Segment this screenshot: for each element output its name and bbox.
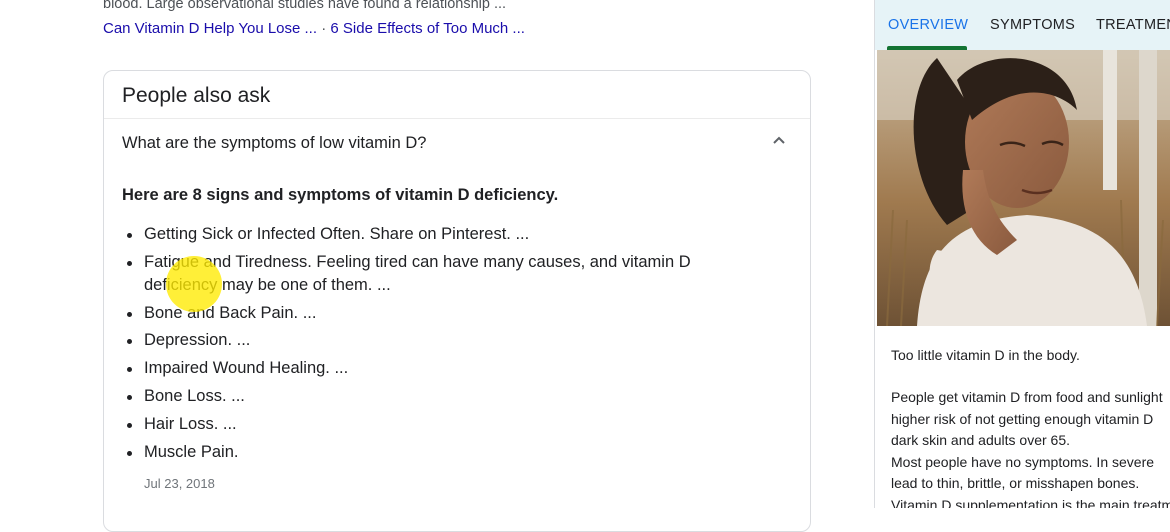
- tab-symptoms[interactable]: SYMPTOMS: [990, 17, 1075, 33]
- list-item: Bone Loss. ...: [122, 385, 762, 408]
- answer-heading: Here are 8 signs and symptoms of vitamin…: [122, 186, 559, 204]
- knowledge-panel: OVERVIEW SYMPTOMS TREATMENTS: [874, 0, 1170, 508]
- list-item: Muscle Pain.: [122, 441, 762, 464]
- sitelink-separator: ·: [321, 20, 327, 37]
- answer-date: Jul 23, 2018: [144, 476, 215, 491]
- sitelinks: Can Vitamin D Help You Lose ... · 6 Side…: [103, 19, 525, 39]
- sitelink-lose-weight[interactable]: Can Vitamin D Help You Lose ...: [103, 20, 317, 37]
- description-line: People get vitamin D from food and sunli…: [891, 389, 1163, 405]
- list-item: Depression. ...: [122, 329, 762, 352]
- knowledge-panel-tabs: OVERVIEW SYMPTOMS TREATMENTS: [875, 0, 1170, 50]
- paa-question-toggle[interactable]: What are the symptoms of low vitamin D?: [104, 119, 810, 165]
- result-snippet: blood. Large observational studies have …: [103, 0, 507, 12]
- list-item: Impaired Wound Healing. ...: [122, 357, 762, 380]
- sitelink-side-effects[interactable]: 6 Side Effects of Too Much ...: [330, 20, 525, 37]
- paa-title: People also ask: [122, 84, 271, 107]
- chevron-up-icon[interactable]: [772, 135, 786, 145]
- condition-description: People get vitamin D from food and sunli…: [891, 387, 1170, 508]
- description-line: Vitamin D supplementation is the main tr…: [891, 496, 1170, 509]
- photo-illustration: [877, 50, 1170, 326]
- people-also-ask-box: People also ask What are the symptoms of…: [103, 70, 811, 532]
- description-line: higher risk of not getting enough vitami…: [891, 410, 1154, 427]
- description-line: dark skin and adults over 65.: [891, 432, 1070, 448]
- tab-treatments[interactable]: TREATMENTS: [1096, 17, 1170, 33]
- list-item: Hair Loss. ...: [122, 413, 762, 436]
- condition-photo[interactable]: [877, 50, 1170, 326]
- paa-question-text: What are the symptoms of low vitamin D?: [122, 134, 427, 152]
- list-item: Bone and Back Pain. ...: [122, 302, 762, 325]
- description-line: lead to thin, brittle, or misshapen bone…: [891, 475, 1140, 491]
- tab-overview[interactable]: OVERVIEW: [888, 17, 968, 33]
- list-item: Getting Sick or Infected Often. Share on…: [122, 223, 762, 246]
- condition-caption: Too little vitamin D in the body.: [891, 347, 1080, 363]
- description-line: Most people have no symptoms. In severe: [891, 453, 1155, 470]
- symptom-list: Getting Sick or Infected Often. Share on…: [122, 223, 762, 468]
- list-item: Fatigue and Tiredness. Feeling tired can…: [122, 251, 762, 297]
